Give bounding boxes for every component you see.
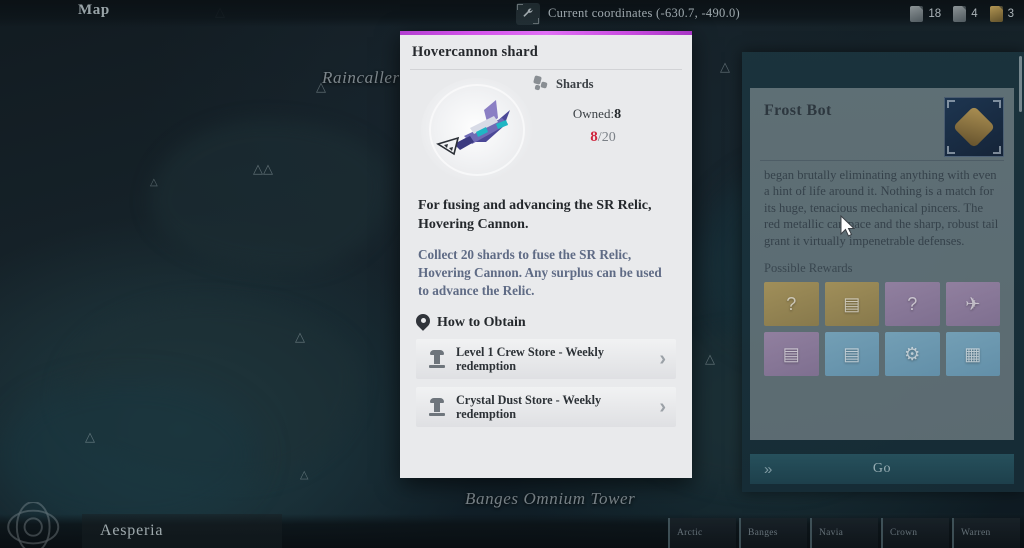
resource-item[interactable]: 4 xyxy=(953,5,978,22)
region-plate[interactable]: Aesperia xyxy=(82,514,282,548)
store-tower-icon xyxy=(428,349,446,369)
tab-label: Navia xyxy=(819,528,844,538)
reward-device-blue[interactable]: ▦ xyxy=(945,332,1000,377)
region-name: Aesperia xyxy=(100,522,164,539)
tab-arctic[interactable]: Arctic xyxy=(668,518,736,548)
shard-counter-group: Shards Owned:8 8/20 xyxy=(530,75,680,146)
mouse-cursor xyxy=(840,215,856,237)
owned-row: Owned:8 xyxy=(530,92,680,123)
panel-header: Frost Bot xyxy=(750,88,1014,160)
chevron-right-icon: › xyxy=(659,396,666,418)
go-button[interactable]: » Go xyxy=(750,454,1014,484)
tab-label: Banges xyxy=(748,528,778,538)
mountain-peak-icon[interactable]: △ xyxy=(300,470,308,481)
item-summary-row: Shards Owned:8 8/20 xyxy=(400,70,692,190)
mountain-peak-icon[interactable]: △ xyxy=(295,330,305,343)
shards-label-row: Shards xyxy=(530,75,680,92)
description-main: For fusing and advancing the SR Relic, H… xyxy=(418,198,652,232)
obtain-source-crystal-dust-store[interactable]: Crystal Dust Store - Weekly redemption › xyxy=(416,387,676,427)
resource-scroll-icon xyxy=(910,5,924,22)
frost-bot-portrait[interactable] xyxy=(944,97,1004,157)
resource-value: 3 xyxy=(1007,7,1014,20)
map-landmass xyxy=(150,120,390,270)
reward-weapon-unknown[interactable]: ? xyxy=(764,282,819,327)
description-sub: Collect 20 shards to fuse the SR Relic, … xyxy=(418,247,662,298)
shards-label: Shards xyxy=(556,76,594,91)
tab-banges[interactable]: Banges xyxy=(739,518,807,548)
ratio-required: 20 xyxy=(601,130,616,145)
progress-ratio: 8/20 xyxy=(530,123,680,146)
mountain-peak-icon[interactable]: △△ xyxy=(253,162,273,175)
panel-content: Frost Bot began brutally eliminating any… xyxy=(750,88,1014,440)
resource-counters: 18 4 3 xyxy=(902,0,1014,27)
reward-glyph: ? xyxy=(786,293,797,314)
dialog-title: Hovercannon shard xyxy=(412,44,538,60)
tab-warren[interactable]: Warren xyxy=(952,518,1020,548)
chevron-right-icon: › xyxy=(659,348,666,370)
hovercannon-shard-dialog: Hovercannon shard Shards Owned:8 8/20 Fo… xyxy=(400,31,692,478)
shards-icon xyxy=(533,75,549,92)
resource-value: 18 xyxy=(928,7,942,20)
resource-item[interactable]: 18 xyxy=(910,5,942,22)
reward-card-purple[interactable]: ▤ xyxy=(764,332,819,377)
description-block: For fusing and advancing the SR Relic, H… xyxy=(400,190,692,300)
frost-bot-emblem-icon xyxy=(952,105,996,149)
mountain-peak-icon[interactable]: △ xyxy=(705,352,715,365)
owned-label: Owned: xyxy=(572,106,615,121)
page-title: Map xyxy=(78,2,110,18)
ratio-current: 8 xyxy=(590,129,598,145)
reward-glyph: ▤ xyxy=(843,343,861,364)
resource-gold-icon xyxy=(989,5,1003,22)
double-chevron-right-icon: » xyxy=(764,460,773,478)
top-bar: Map Current coordinates (-630.7, -490.0)… xyxy=(0,0,1024,27)
frost-bot-panel: Frost Bot began brutally eliminating any… xyxy=(742,52,1024,492)
reward-weapon-unknown-purple[interactable]: ? xyxy=(885,282,940,327)
wrench-icon[interactable] xyxy=(516,2,540,25)
rewards-grid: ? ▤ ? ✈ ▤ ▤ ⚙ ▦ xyxy=(750,282,1014,377)
reward-glyph: ▤ xyxy=(782,343,800,364)
mountain-peak-icon[interactable]: △ xyxy=(150,178,158,188)
current-coordinates: Current coordinates (-630.7, -490.0) xyxy=(548,6,741,20)
game-screen: △ △△ △ △ △ △ △ △ △ Raincaller Banges Omn… xyxy=(0,0,1024,548)
tab-label: Arctic xyxy=(677,528,703,538)
possible-rewards-title: Possible Rewards xyxy=(764,261,853,276)
obtain-source-label: Crystal Dust Store - Weekly redemption xyxy=(456,392,602,421)
map-label-raincaller: Raincaller xyxy=(322,68,400,87)
mountain-peak-icon[interactable]: △ xyxy=(720,60,730,73)
reward-glyph: ▦ xyxy=(964,343,982,364)
bottom-bar: Aesperia Arctic Banges Navia Crown Warre… xyxy=(0,502,1024,548)
tab-navia[interactable]: Navia xyxy=(810,518,878,548)
store-tower-icon xyxy=(428,397,446,417)
resource-value: 4 xyxy=(971,7,978,20)
reward-card-blue[interactable]: ▤ xyxy=(824,332,879,377)
obtain-source-crew-store[interactable]: Level 1 Crew Store - Weekly redemption › xyxy=(416,339,676,379)
tab-label: Warren xyxy=(961,528,991,538)
reward-gear-blue[interactable]: ⚙ xyxy=(885,332,940,377)
how-to-obtain-title: How to Obtain xyxy=(437,314,526,330)
reward-card-gold[interactable]: ▤ xyxy=(824,282,879,327)
location-pin-icon xyxy=(413,311,433,331)
region-tabs: Arctic Banges Navia Crown Warren xyxy=(665,518,1020,548)
coordinates-group: Current coordinates (-630.7, -490.0) xyxy=(516,0,740,27)
map-label-banges-omnium-tower: Banges Omnium Tower xyxy=(465,489,636,508)
faction-crest-icon xyxy=(7,502,60,548)
mountain-peak-icon[interactable]: △ xyxy=(85,430,95,443)
hovercannon-ship-art xyxy=(418,76,536,184)
reward-glyph: ▤ xyxy=(843,293,861,314)
resource-page-icon xyxy=(953,5,967,22)
tab-label: Crown xyxy=(890,528,918,538)
reward-glyph: ? xyxy=(907,293,918,314)
obtain-source-label: Level 1 Crew Store - Weekly redemption xyxy=(456,344,604,373)
reward-glyph: ✈ xyxy=(965,293,981,314)
reward-craft-purple[interactable]: ✈ xyxy=(945,282,1000,327)
go-button-label: Go xyxy=(872,461,892,476)
reward-glyph: ⚙ xyxy=(904,343,921,364)
how-to-obtain-header: How to Obtain xyxy=(400,300,692,339)
panel-scrollbar[interactable] xyxy=(1019,56,1022,112)
frost-bot-description: began brutally eliminating anything with… xyxy=(764,168,999,248)
tab-crown[interactable]: Crown xyxy=(881,518,949,548)
resource-item[interactable]: 3 xyxy=(989,5,1014,22)
owned-value: 8 xyxy=(614,107,622,122)
